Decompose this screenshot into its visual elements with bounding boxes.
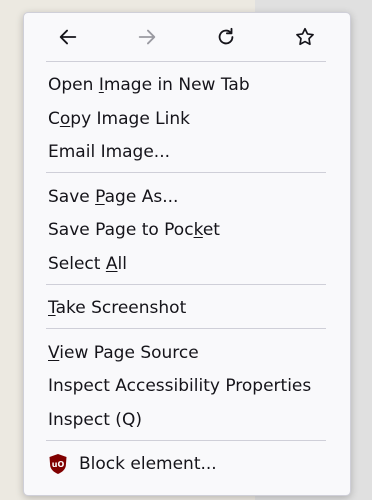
back-arrow-icon xyxy=(59,29,77,45)
block-element-item[interactable]: uO Block element... xyxy=(24,449,350,479)
block-element-label: Block element... xyxy=(79,454,217,474)
reload-button[interactable] xyxy=(214,25,238,49)
svg-text:uO: uO xyxy=(52,460,65,469)
email-image-label: Email Image... xyxy=(48,142,171,162)
forward-arrow-icon xyxy=(138,29,156,45)
menu-separator xyxy=(46,284,326,285)
back-button[interactable] xyxy=(56,25,80,49)
star-icon xyxy=(296,27,314,46)
navigation-row xyxy=(24,13,350,61)
view-page-source-item[interactable]: View Page Source xyxy=(48,338,338,368)
menu-separator xyxy=(46,61,326,62)
take-screenshot-label: Take Screenshot xyxy=(48,298,187,318)
inspect-accessibility-item[interactable]: Inspect Accessibility Properties xyxy=(48,371,338,401)
save-page-to-pocket-item[interactable]: Save Page to Pocket xyxy=(48,215,338,245)
inspect-item[interactable]: Inspect (Q) xyxy=(48,405,338,435)
menu-separator xyxy=(46,328,326,329)
select-all-label: Select All xyxy=(48,254,127,274)
reload-icon xyxy=(218,27,234,45)
ublock-origin-icon: uO xyxy=(49,454,67,474)
select-all-item[interactable]: Select All xyxy=(48,249,338,279)
save-page-to-pocket-label: Save Page to Pocket xyxy=(48,220,220,240)
menu-separator xyxy=(46,172,326,173)
forward-button[interactable] xyxy=(135,25,159,49)
bookmark-button[interactable] xyxy=(293,25,317,49)
email-image-item[interactable]: Email Image... xyxy=(48,137,338,167)
copy-image-link-item[interactable]: Copy Image Link xyxy=(48,104,338,134)
open-image-new-tab-item[interactable]: Open Image in New Tab xyxy=(48,70,338,100)
open-image-new-tab-label: Open Image in New Tab xyxy=(48,75,250,95)
copy-image-link-label: Copy Image Link xyxy=(48,109,190,129)
save-page-as-item[interactable]: Save Page As... xyxy=(48,182,338,212)
context-menu: Open Image in New Tab Copy Image Link Em… xyxy=(23,12,351,496)
take-screenshot-item[interactable]: Take Screenshot xyxy=(48,293,338,323)
inspect-label: Inspect (Q) xyxy=(48,410,142,430)
view-page-source-label: View Page Source xyxy=(48,343,199,363)
inspect-accessibility-label: Inspect Accessibility Properties xyxy=(48,376,312,396)
menu-separator xyxy=(46,440,326,441)
save-page-as-label: Save Page As... xyxy=(48,187,179,207)
